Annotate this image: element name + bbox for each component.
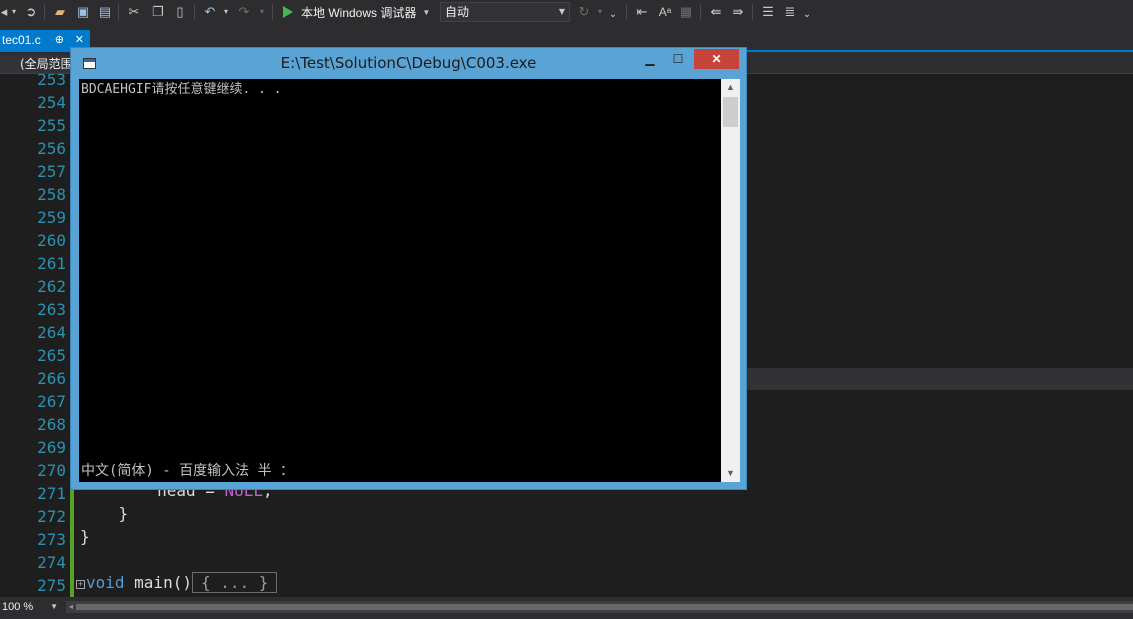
line-number: 260 bbox=[37, 231, 66, 250]
scope-label: (全局范围) bbox=[20, 57, 75, 71]
open-folder-icon[interactable]: ▰ bbox=[52, 3, 68, 21]
line-number: 262 bbox=[37, 277, 66, 296]
line-number: 254 bbox=[37, 93, 66, 112]
scope-dropdown[interactable]: (全局范围) bbox=[0, 55, 75, 73]
current-line-highlight bbox=[746, 368, 1133, 390]
find-previous-icon[interactable]: ⇤ bbox=[634, 3, 650, 21]
line-number-gutter: 253 254 255 256 257 258 259 260 261 262 263 264 265 2… bbox=[0, 74, 68, 597]
minimize-button[interactable]: ▁ bbox=[637, 49, 663, 69]
line-number: 259 bbox=[37, 208, 66, 227]
editor-status-bar: 100 % ▼ ◂ bbox=[0, 597, 1133, 619]
config-value: 自动 bbox=[445, 5, 470, 19]
paste-icon[interactable]: ▯ bbox=[172, 3, 188, 21]
scroll-left-icon[interactable]: ◂ bbox=[66, 601, 76, 613]
console-output-area[interactable]: BDCAEHGIF请按任意键继续. . . 中文(简体) - 百度输入法 半 ：… bbox=[79, 79, 740, 482]
line-number: 256 bbox=[37, 139, 66, 158]
save-icon[interactable]: ▣ bbox=[75, 3, 91, 21]
refresh-icon[interactable]: ↻ bbox=[576, 3, 592, 21]
line-number: 263 bbox=[37, 300, 66, 319]
run-label: 本地 Windows 调试器 bbox=[301, 5, 417, 20]
line-number: 271 bbox=[37, 484, 66, 503]
indent-icon[interactable]: ⇛ bbox=[730, 3, 746, 21]
line-number: 261 bbox=[37, 254, 66, 273]
scroll-up-icon[interactable]: ▲ bbox=[721, 79, 740, 96]
redo-dropdown-icon[interactable]: ▾ bbox=[258, 3, 266, 21]
font-size-icon[interactable]: Aᵃ bbox=[656, 3, 674, 21]
line-number: 267 bbox=[37, 392, 66, 411]
line-number: 273 bbox=[37, 530, 66, 549]
refresh-dropdown-icon[interactable]: ▾ bbox=[596, 3, 604, 21]
line-number: 266 bbox=[37, 369, 66, 388]
table-icon[interactable]: ▦ bbox=[678, 3, 694, 21]
ime-status-line: 中文(简体) - 百度输入法 半 ： bbox=[81, 463, 295, 479]
code-text: main() bbox=[124, 573, 192, 592]
line-number: 264 bbox=[37, 323, 66, 342]
tab-label: tec01.c bbox=[2, 33, 41, 47]
line-number: 269 bbox=[37, 438, 66, 457]
line-number: 265 bbox=[37, 346, 66, 365]
save-all-icon[interactable]: ▤ bbox=[97, 3, 113, 21]
line-number: 253 bbox=[37, 74, 66, 89]
code-line-272: } bbox=[80, 504, 129, 523]
scrollbar-thumb[interactable] bbox=[76, 604, 1133, 610]
undo-icon[interactable]: ↶ bbox=[202, 3, 218, 21]
forward-icon[interactable]: ➲ bbox=[24, 3, 38, 21]
uncomment-icon[interactable]: ≣ bbox=[782, 3, 798, 21]
zoom-value: 100 % bbox=[2, 601, 34, 613]
expand-outline-icon[interactable]: + bbox=[76, 580, 85, 589]
horizontal-scrollbar[interactable]: ◂ bbox=[66, 601, 1133, 613]
toolbar-overflow-icon[interactable]: ⌄ bbox=[802, 6, 812, 24]
back-icon[interactable]: ◂ bbox=[0, 3, 8, 21]
console-output: BDCAEHGIF请按任意键继续. . . bbox=[81, 82, 282, 97]
outdent-icon[interactable]: ⇚ bbox=[708, 3, 724, 21]
pin-icon[interactable]: ⊕ bbox=[55, 30, 64, 50]
zoom-level-select[interactable]: 100 % ▼ bbox=[2, 599, 60, 615]
line-number: 268 bbox=[37, 415, 66, 434]
toolbar-overflow-icon[interactable]: ⌄ bbox=[608, 6, 618, 24]
scroll-down-icon[interactable]: ▼ bbox=[721, 465, 740, 482]
line-number: 272 bbox=[37, 507, 66, 526]
code-keyword: void bbox=[86, 573, 125, 592]
undo-dropdown-icon[interactable]: ▾ bbox=[222, 3, 230, 21]
scrollbar-thumb[interactable] bbox=[723, 97, 738, 127]
line-number: 258 bbox=[37, 185, 66, 204]
console-window: E:\Test\SolutionC\Debug\C003.exe ▁ ☐ ✕ B… bbox=[70, 47, 747, 490]
comment-icon[interactable]: ☰ bbox=[760, 3, 776, 21]
line-number: 257 bbox=[37, 162, 66, 181]
main-toolbar: ◂ ▾ ➲ ▰ ▣ ▤ ✂ ❐ ▯ ↶ ▾ ↷ ▾ 本地 Windows 调试器… bbox=[0, 0, 1133, 26]
cut-icon[interactable]: ✂ bbox=[126, 3, 142, 21]
copy-icon[interactable]: ❐ bbox=[150, 3, 166, 21]
play-icon bbox=[283, 6, 293, 18]
console-title-bar[interactable]: E:\Test\SolutionC\Debug\C003.exe ▁ ☐ ✕ bbox=[71, 48, 746, 78]
solution-config-select[interactable]: 自动 ▼ bbox=[440, 2, 570, 22]
line-number: 274 bbox=[37, 553, 66, 572]
chevron-down-icon: ▼ bbox=[422, 7, 431, 17]
line-number: 270 bbox=[37, 461, 66, 480]
chevron-down-icon: ▼ bbox=[558, 7, 565, 16]
line-number: 275 bbox=[37, 576, 66, 595]
maximize-button[interactable]: ☐ bbox=[665, 49, 691, 69]
code-line-275: void main(){ ... } bbox=[86, 571, 278, 594]
back-dropdown-icon[interactable]: ▾ bbox=[10, 3, 18, 21]
code-line-273: } bbox=[80, 527, 90, 546]
chevron-down-icon: ▼ bbox=[50, 602, 58, 611]
collapsed-region[interactable]: { ... } bbox=[191, 572, 278, 593]
start-debugger-button[interactable]: 本地 Windows 调试器 ▼ bbox=[280, 2, 430, 22]
redo-icon[interactable]: ↷ bbox=[236, 3, 252, 21]
vertical-scrollbar[interactable]: ▲ ▼ bbox=[721, 79, 740, 482]
line-number: 255 bbox=[37, 116, 66, 135]
close-button[interactable]: ✕ bbox=[694, 49, 739, 69]
ide-window: ◂ ▾ ➲ ▰ ▣ ▤ ✂ ❐ ▯ ↶ ▾ ↷ ▾ 本地 Windows 调试器… bbox=[0, 0, 1133, 619]
